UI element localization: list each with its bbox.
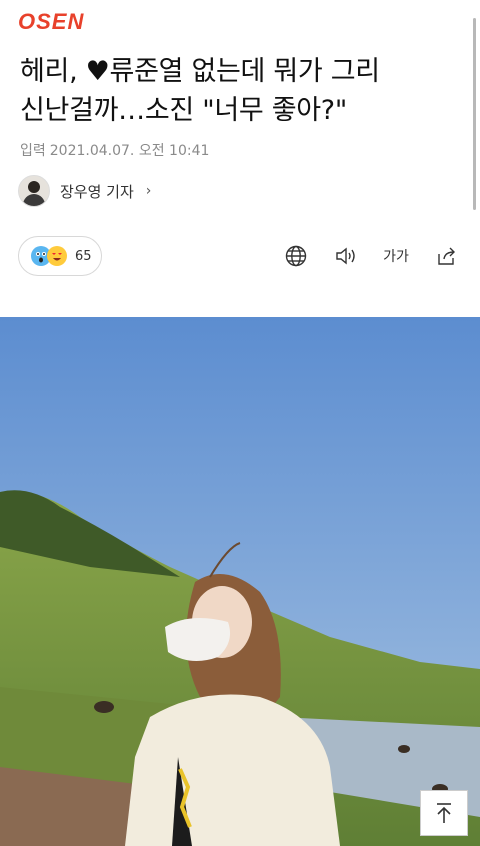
date-prefix: 입력 [20, 143, 46, 159]
article-photo [0, 317, 480, 846]
chevron-right-icon: › [145, 183, 152, 199]
scroll-to-top-button[interactable] [420, 790, 468, 836]
reaction-button[interactable]: 65 [18, 236, 102, 276]
article-headline: 헤리, ♥류준열 없는데 뭐가 그리 신난걸까…소진 "너무 좋아?" [20, 52, 460, 130]
arrow-up-icon [437, 803, 451, 823]
photo-illustration [0, 317, 480, 846]
scrollbar[interactable] [473, 18, 476, 210]
font-size-icon[interactable]: 가가 [382, 242, 410, 270]
osen-logo[interactable]: OSEN [18, 10, 84, 34]
globe-icon[interactable] [282, 242, 310, 270]
publish-date: 2021.04.07. 오전 10:41 [49, 143, 210, 159]
headline-line-2: 신난걸까…소진 "너무 좋아?" [20, 95, 347, 126]
headline-line-1: 헤리, ♥류준열 없는데 뭐가 그리 [20, 56, 380, 87]
header: OSEN [18, 10, 84, 34]
avatar [18, 175, 50, 207]
speaker-icon[interactable] [332, 242, 360, 270]
byline[interactable]: 장우영 기자 › [18, 175, 151, 207]
share-icon[interactable] [432, 242, 460, 270]
heart-eyes-emoji-icon [47, 246, 67, 266]
article-tools: 가가 [282, 242, 460, 270]
font-size-label: 가가 [383, 249, 409, 265]
reporter-name[interactable]: 장우영 기자 [60, 181, 134, 202]
reaction-count: 65 [75, 248, 92, 264]
dateline: 입력 2021.04.07. 오전 10:41 [20, 140, 213, 160]
